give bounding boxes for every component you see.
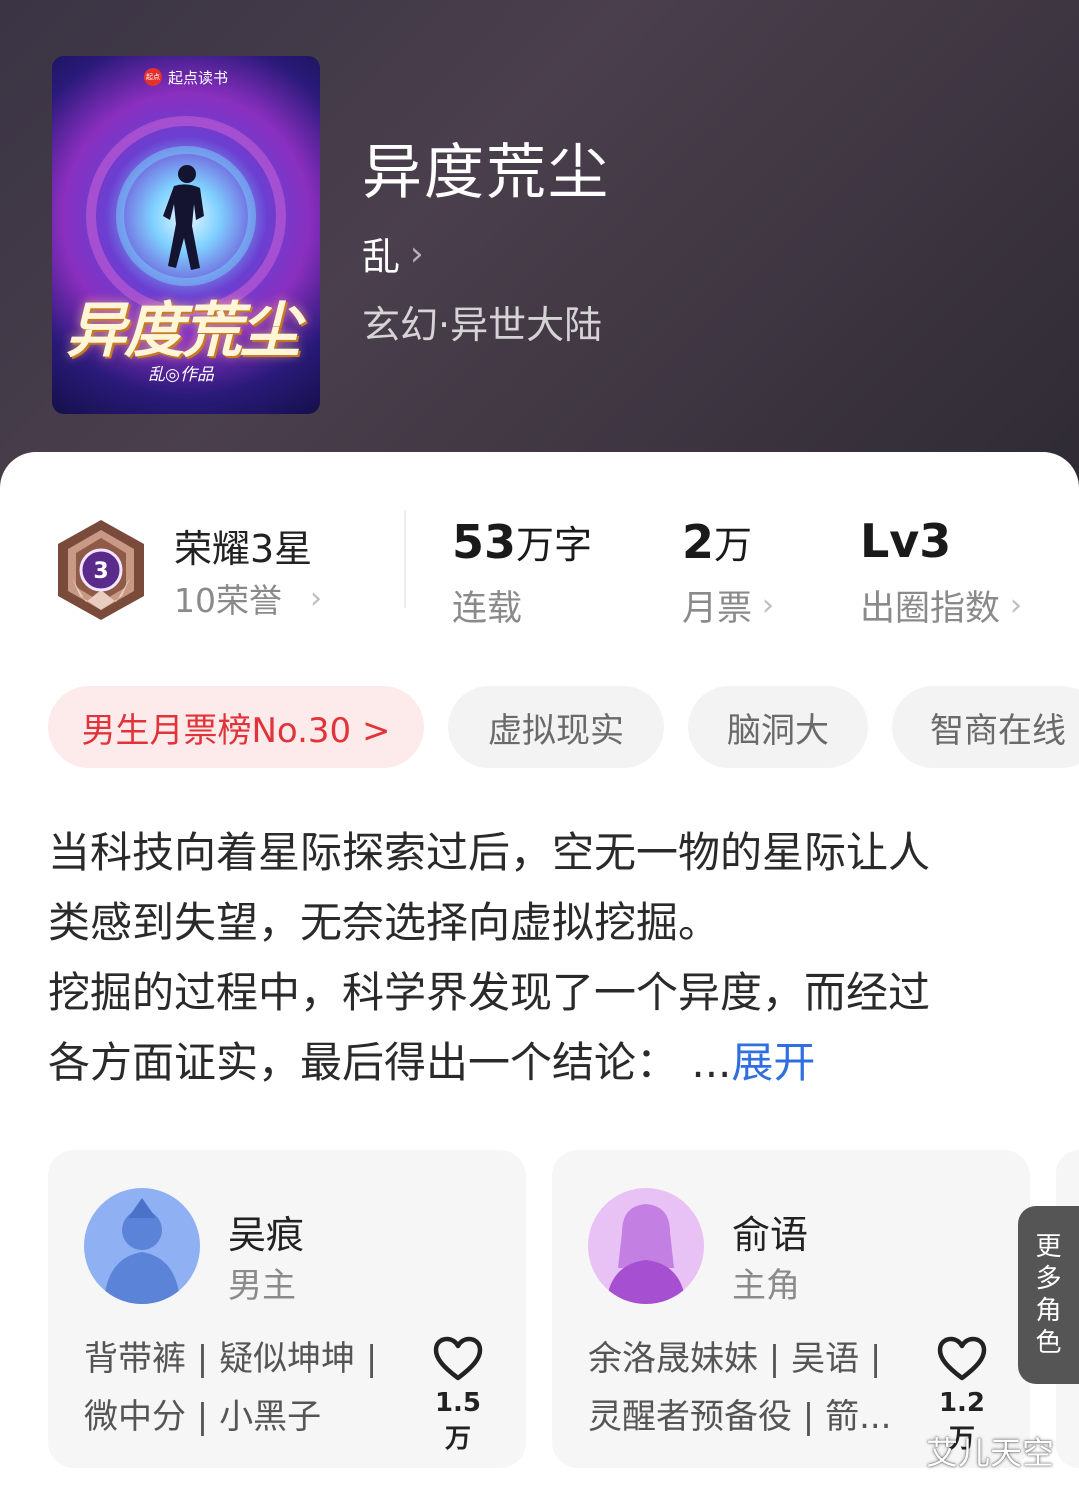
character-tags-line: 背带裤 | 疑似坤坤 | [84,1339,378,1379]
expand-link[interactable]: 展开 [731,1038,815,1087]
book-title: 异度荒尘 [362,138,610,208]
genre-tag-smart[interactable]: 智商在线 [892,686,1079,768]
chevron-right-icon: › [310,580,322,616]
cover-title: 异度荒尘 [66,296,300,366]
chevron-right-icon: › [1010,588,1023,623]
cover-brand-text: 起点读书 [168,68,229,87]
popularity-index-value: Lv3 [860,514,952,568]
character-name: 吴痕 [228,1213,305,1257]
book-genre: 玄幻·异世大陆 [362,303,603,347]
author-link[interactable]: 乱 › [362,226,424,281]
honor-link[interactable]: 10荣誉 › [174,574,322,622]
character-role: 男主 [228,1266,296,1306]
honor-points: 10荣誉 [174,581,282,620]
genre-tag-virtual-reality[interactable]: 虚拟现实 [448,686,664,768]
honor-badge-icon[interactable]: 3 [52,516,150,624]
honor-title: 荣耀3星 [174,527,313,571]
cover-brand: 起点 起点读书 [136,64,236,90]
stats-divider [404,510,406,608]
cover-runner-silhouette [163,165,204,270]
chevron-right-icon: › [410,233,424,274]
more-characters-label: 更 [1035,1232,1062,1262]
character-tags: 背带裤 | 疑似坤坤 | 微中分 | 小黑子 [84,1330,404,1446]
more-characters-label: 色 [1035,1328,1062,1358]
popularity-index-link[interactable]: 出圈指数 › [860,580,1022,631]
honor-badge-number: 3 [93,559,108,584]
more-characters-button[interactable]: 更 多 角 色 [1018,1206,1079,1384]
like-count: 1.5万 [434,1388,482,1454]
chevron-right-icon: › [762,588,775,623]
cover-brand-logo-icon: 起点 [144,68,162,86]
character-name: 俞语 [732,1213,809,1257]
word-count-value: 53万字 [452,515,593,569]
character-tags-line: 余洛晟妹妹 | 吴语 | [588,1339,882,1379]
character-avatar [588,1188,704,1304]
character-tags-line: 灵醒者预备役 | 箭... [588,1397,892,1437]
synopsis-line: 当科技向着星际探索过后，空无一物的星际让人 [48,828,931,877]
ranking-tag[interactable]: 男生月票榜No.30 > [48,686,424,768]
character-card[interactable]: 吴痕 男主 背带裤 | 疑似坤坤 | 微中分 | 小黑子 1.5万 [48,1150,526,1468]
watermark: 艾儿天空 [926,1434,1055,1472]
heart-icon [937,1336,987,1381]
character-tags-line: 微中分 | 小黑子 [84,1397,322,1437]
monthly-tickets-link[interactable]: 月票 › [682,580,774,631]
character-card[interactable]: 俞语 主角 余洛晟妹妹 | 吴语 | 灵醒者预备役 | 箭... 1.2万 [552,1150,1030,1468]
character-avatar [84,1188,200,1304]
synopsis-line: 挖掘的过程中，科学界发现了一个异度，而经过 [48,968,931,1017]
author-name: 乱 [362,235,401,279]
synopsis-line: 类感到失望，无奈选择向虚拟挖掘。 [48,898,721,947]
more-characters-label: 角 [1035,1296,1062,1326]
book-cover[interactable]: 起点 起点读书 异度荒尘 乱◎作品 [52,56,320,414]
genre-tag-imaginative[interactable]: 脑洞大 [688,686,868,768]
cover-author: 乱◎作品 [148,365,214,385]
more-characters-label: 多 [1035,1264,1062,1294]
heart-icon [433,1336,483,1381]
character-like-button[interactable]: 1.5万 [428,1336,488,1455]
book-synopsis: 当科技向着星际探索过后，空无一物的星际让人 类感到失望，无奈选择向虚拟挖掘。 挖… [48,818,1008,1098]
monthly-tickets-value: 2万 [682,515,753,569]
synopsis-line: 各方面证实，最后得出一个结论： ...展开 [48,1038,816,1087]
serial-status-label: 连载 [452,589,523,629]
character-role: 主角 [732,1266,800,1306]
character-tags: 余洛晟妹妹 | 吴语 | 灵醒者预备役 | 箭... [588,1330,908,1446]
